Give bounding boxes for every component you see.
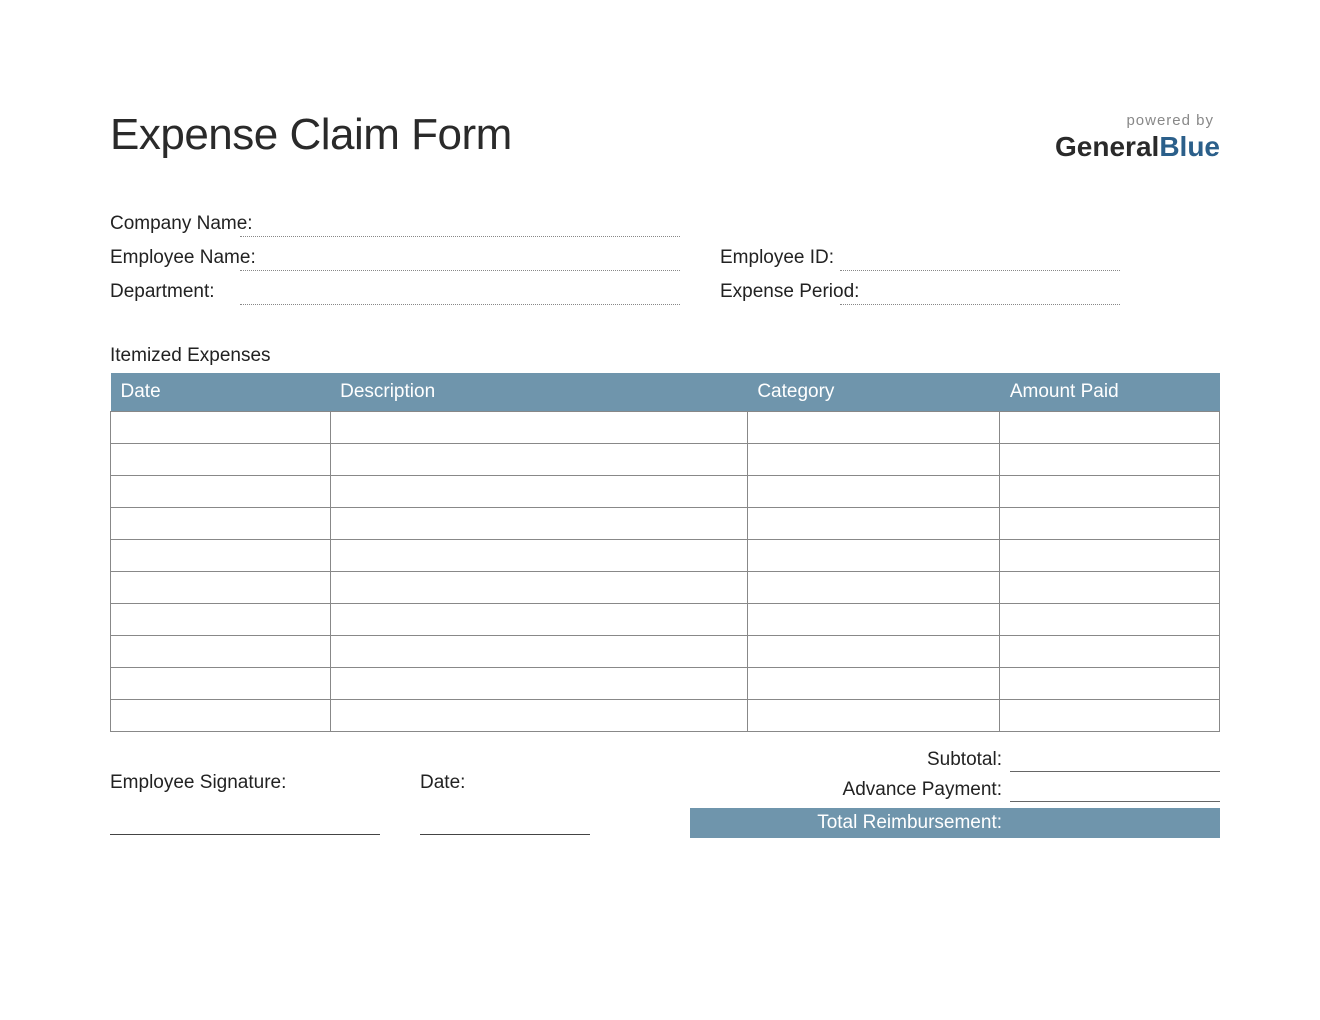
table-cell[interactable] (330, 636, 747, 668)
table-cell[interactable] (747, 508, 1000, 540)
table-cell[interactable] (747, 636, 1000, 668)
col-date: Date (111, 373, 331, 412)
signature-block: Employee Signature: Date: (110, 748, 690, 838)
table-cell[interactable] (747, 476, 1000, 508)
table-row (111, 444, 1220, 476)
col-amount-paid: Amount Paid (1000, 373, 1220, 412)
table-cell[interactable] (747, 668, 1000, 700)
table-cell[interactable] (747, 540, 1000, 572)
table-header-row: Date Description Category Amount Paid (111, 373, 1220, 412)
expense-period-label: Expense Period: (720, 281, 840, 305)
table-cell[interactable] (1000, 604, 1220, 636)
table-cell[interactable] (330, 508, 747, 540)
subtotal-input[interactable] (1010, 748, 1220, 772)
table-cell[interactable] (330, 476, 747, 508)
table-cell[interactable] (1000, 668, 1220, 700)
table-cell[interactable] (111, 668, 331, 700)
table-cell[interactable] (330, 540, 747, 572)
table-cell[interactable] (747, 412, 1000, 444)
table-cell[interactable] (1000, 636, 1220, 668)
table-row (111, 508, 1220, 540)
table-row (111, 412, 1220, 444)
employee-name-input[interactable] (240, 249, 680, 271)
form-bottom: Employee Signature: Date: Subtotal: Adva… (110, 748, 1220, 838)
company-name-label: Company Name: (110, 213, 240, 237)
logo-text-blue: Blue (1159, 131, 1220, 162)
logo-text-general: General (1055, 131, 1159, 162)
expenses-table: Date Description Category Amount Paid (110, 373, 1220, 732)
employee-signature-input[interactable] (110, 807, 380, 835)
form-header: Expense Claim Form powered by GeneralBlu… (110, 110, 1220, 163)
logo-block: powered by GeneralBlue (1055, 110, 1220, 163)
table-cell[interactable] (1000, 476, 1220, 508)
powered-by-text: powered by (1055, 112, 1220, 129)
table-cell[interactable] (111, 604, 331, 636)
company-name-input[interactable] (240, 215, 680, 237)
info-fields: Company Name: Employee Name: Employee ID… (110, 213, 1220, 305)
table-row (111, 604, 1220, 636)
table-cell[interactable] (111, 540, 331, 572)
table-cell[interactable] (747, 604, 1000, 636)
table-row (111, 700, 1220, 732)
col-category: Category (747, 373, 1000, 412)
department-input[interactable] (240, 283, 680, 305)
table-cell[interactable] (1000, 540, 1220, 572)
advance-payment-input[interactable] (1010, 778, 1220, 802)
totals-block: Subtotal: Advance Payment: Total Reimbur… (690, 748, 1220, 838)
table-cell[interactable] (747, 700, 1000, 732)
table-row (111, 668, 1220, 700)
table-cell[interactable] (1000, 444, 1220, 476)
table-cell[interactable] (1000, 700, 1220, 732)
table-cell[interactable] (1000, 412, 1220, 444)
table-cell[interactable] (111, 412, 331, 444)
expense-period-input[interactable] (840, 283, 1120, 305)
advance-payment-label: Advance Payment: (690, 779, 1010, 801)
signature-date-input[interactable] (420, 807, 590, 835)
employee-id-label: Employee ID: (720, 247, 840, 271)
table-cell[interactable] (330, 572, 747, 604)
table-cell[interactable] (747, 572, 1000, 604)
table-row (111, 540, 1220, 572)
table-cell[interactable] (330, 444, 747, 476)
total-reimbursement-value (1010, 808, 1220, 838)
table-cell[interactable] (111, 476, 331, 508)
table-cell[interactable] (111, 572, 331, 604)
employee-name-label: Employee Name: (110, 247, 240, 271)
table-cell[interactable] (330, 668, 747, 700)
col-description: Description (330, 373, 747, 412)
table-cell[interactable] (330, 700, 747, 732)
table-cell[interactable] (111, 700, 331, 732)
employee-id-input[interactable] (840, 249, 1120, 271)
table-cell[interactable] (111, 508, 331, 540)
table-cell[interactable] (747, 444, 1000, 476)
table-cell[interactable] (330, 604, 747, 636)
table-cell[interactable] (111, 636, 331, 668)
table-cell[interactable] (111, 444, 331, 476)
signature-date-label: Date: (420, 772, 590, 797)
table-cell[interactable] (330, 412, 747, 444)
table-cell[interactable] (1000, 508, 1220, 540)
table-row (111, 636, 1220, 668)
department-label: Department: (110, 281, 240, 305)
employee-signature-label: Employee Signature: (110, 772, 380, 797)
table-row (111, 572, 1220, 604)
table-row (111, 476, 1220, 508)
subtotal-label: Subtotal: (690, 749, 1010, 771)
form-title: Expense Claim Form (110, 110, 512, 160)
total-reimbursement-label: Total Reimbursement: (690, 808, 1010, 838)
logo: GeneralBlue (1055, 131, 1220, 163)
itemized-expenses-label: Itemized Expenses (110, 345, 1220, 367)
table-cell[interactable] (1000, 572, 1220, 604)
